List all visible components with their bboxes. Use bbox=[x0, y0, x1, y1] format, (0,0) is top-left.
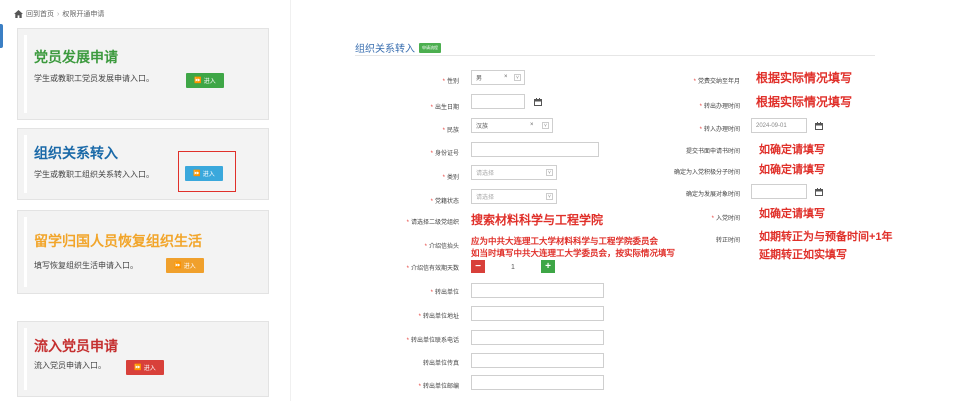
field-label-dues-paid-until: * 党费交纳至年月 bbox=[693, 79, 740, 85]
form-title-text: 组织关系转入 bbox=[355, 44, 415, 55]
field-label-regularization-date: 转正时间 bbox=[715, 238, 740, 244]
field-label-ethnicity: * 民族 bbox=[442, 128, 459, 134]
field-label-gender: * 性别 bbox=[442, 79, 459, 85]
gender-select[interactable]: 男 × ˅ bbox=[471, 70, 525, 85]
field-label-transfer-out-date: * 转出办理时间 bbox=[699, 104, 740, 110]
chevron-down-icon: ˅ bbox=[542, 122, 549, 129]
window-edge-tab bbox=[0, 24, 3, 48]
out-unit-phone-input[interactable] bbox=[471, 330, 604, 345]
annotation-if-confirmed-3: 如确定请填写 bbox=[759, 208, 825, 220]
field-label-category: * 类别 bbox=[442, 175, 459, 181]
field-label-out-unit-address: * 转出单位地址 bbox=[418, 314, 459, 320]
card-desc: 学生或教职工党员发展申请入口。 bbox=[34, 74, 154, 83]
annotation-fill-actual-2: 根据实际情况填写 bbox=[756, 95, 853, 109]
validity-days-value[interactable]: 1 bbox=[511, 264, 515, 271]
calendar-icon[interactable] bbox=[811, 184, 826, 199]
clear-icon[interactable]: × bbox=[504, 74, 508, 80]
field-label-out-unit: * 转出单位 bbox=[430, 290, 459, 296]
enter-button-label: 进入 bbox=[203, 79, 216, 85]
forward-icon: ⏩ bbox=[174, 263, 182, 269]
annotation-regularization-2: 延期转正如实填写 bbox=[759, 249, 847, 261]
field-label-party-status: * 党籍状态 bbox=[430, 199, 459, 205]
transfer-in-date-input[interactable]: 2024-09-01 bbox=[751, 118, 807, 133]
field-label-letter-header: * 介绍信抬头 bbox=[424, 244, 459, 250]
annotation-fill-actual-1: 根据实际情况填写 bbox=[756, 71, 853, 85]
out-unit-postcode-input[interactable] bbox=[471, 375, 604, 390]
card-inner bbox=[24, 217, 262, 287]
card-desc: 流入党员申请入口。 bbox=[34, 361, 106, 370]
breadcrumb-current: 权限开通申请 bbox=[62, 11, 105, 18]
field-label-out-unit-fax: 转出单位传真 bbox=[422, 361, 459, 367]
candidate-date-input[interactable] bbox=[751, 184, 807, 199]
enter-button[interactable]: ⏩ 进入 bbox=[126, 360, 164, 375]
field-label-id-number: * 身份证号 bbox=[430, 151, 459, 157]
forward-icon: ⏩ bbox=[194, 78, 202, 84]
field-label-birthdate: * 出生日期 bbox=[430, 105, 459, 111]
field-label-secondary-org: * 请选择二级党组织 bbox=[406, 220, 459, 226]
out-unit-input[interactable] bbox=[471, 283, 604, 298]
annotation-org-search: 搜索材料科学与工程学院 bbox=[471, 213, 604, 227]
card-party-development: 党员发展申请 学生或教职工党员发展申请入口。 ⏩ 进入 bbox=[17, 28, 269, 120]
chevron-down-icon: ˅ bbox=[546, 169, 553, 176]
breadcrumb-home-link[interactable]: 回到首页 bbox=[26, 9, 54, 19]
field-label-candidate-date: 确定为发展对象时间 bbox=[685, 192, 740, 198]
form-title: 组织关系转入 申请流程 bbox=[355, 40, 441, 55]
out-unit-fax-input[interactable] bbox=[471, 353, 604, 368]
field-label-activist-date: 确定为入党积极分子时间 bbox=[673, 170, 740, 176]
calendar-icon[interactable] bbox=[811, 118, 826, 133]
enter-button[interactable]: ⏩ 进入 bbox=[186, 73, 224, 88]
field-label-application-date: 提交书面申请书时间 bbox=[685, 149, 740, 155]
card-title: 留学归国人员恢复组织生活 bbox=[34, 233, 202, 249]
forward-icon: ⏩ bbox=[134, 365, 142, 371]
birthdate-input[interactable] bbox=[471, 94, 525, 109]
card-overseas-returnee: 留学归国人员恢复组织生活 填写恢复组织生活申请入口。 ⏩ 进入 bbox=[17, 210, 269, 294]
id-number-input[interactable] bbox=[471, 142, 599, 157]
enter-button-label: 进入 bbox=[183, 264, 196, 270]
annotation-regularization-1: 如期转正为与预备时间+1年 bbox=[759, 231, 893, 243]
annotation-if-confirmed-2: 如确定请填写 bbox=[759, 164, 825, 176]
enter-button[interactable]: ⏩ 进入 bbox=[166, 258, 204, 273]
card-title: 流入党员申请 bbox=[34, 338, 118, 354]
chevron-down-icon: ˅ bbox=[514, 74, 521, 81]
highlight-annotation-box bbox=[178, 151, 236, 192]
category-select[interactable]: 请选择 ˅ bbox=[471, 165, 557, 180]
form-header-rule bbox=[355, 55, 875, 56]
clear-icon[interactable]: × bbox=[530, 122, 534, 128]
field-label-transfer-in-date: * 转入办理时间 bbox=[699, 127, 740, 133]
annotation-letter-header-1: 应为中共大连理工大学材料科学与工程学院委员会 bbox=[471, 236, 659, 246]
page: 回到首页 › 权限开通申请 党员发展申请 学生或教职工党员发展申请入口。 ⏩ 进… bbox=[0, 0, 954, 401]
field-label-out-unit-phone: * 转出单位联系电话 bbox=[406, 338, 459, 344]
enter-button-label: 进入 bbox=[143, 366, 156, 372]
field-label-validity-days: * 介绍信有效期天数 bbox=[406, 266, 459, 272]
annotation-letter-header-2: 如当时填写中共大连理工大学委员会，按实际情况填写 bbox=[471, 248, 676, 258]
card-title: 组织关系转入 bbox=[34, 145, 118, 161]
field-label-join-date: * 入党时间 bbox=[711, 216, 740, 222]
panel-divider bbox=[290, 0, 291, 401]
breadcrumb-separator: › bbox=[57, 10, 60, 18]
card-title: 党员发展申请 bbox=[34, 49, 118, 65]
card-desc: 学生或教职工组织关系转入入口。 bbox=[34, 170, 154, 179]
field-label-out-unit-postcode: * 转出单位邮编 bbox=[418, 384, 459, 390]
annotation-if-confirmed-1: 如确定请填写 bbox=[759, 144, 825, 156]
process-badge[interactable]: 申请流程 bbox=[419, 42, 441, 53]
decrement-button[interactable]: − bbox=[471, 260, 485, 273]
chevron-down-icon: ˅ bbox=[546, 193, 553, 200]
calendar-icon[interactable] bbox=[530, 94, 545, 109]
home-icon bbox=[14, 10, 23, 18]
out-unit-address-input[interactable] bbox=[471, 306, 604, 321]
card-inflow-member: 流入党员申请 流入党员申请入口。 ⏩ 进入 bbox=[17, 321, 269, 397]
party-status-select[interactable]: 请选择 ˅ bbox=[471, 189, 557, 204]
card-desc: 填写恢复组织生活申请入口。 bbox=[34, 261, 138, 270]
increment-button[interactable]: + bbox=[541, 260, 555, 273]
breadcrumb: 回到首页 › 权限开通申请 bbox=[14, 9, 104, 19]
ethnicity-select[interactable]: 汉族 × ˅ bbox=[471, 118, 553, 133]
